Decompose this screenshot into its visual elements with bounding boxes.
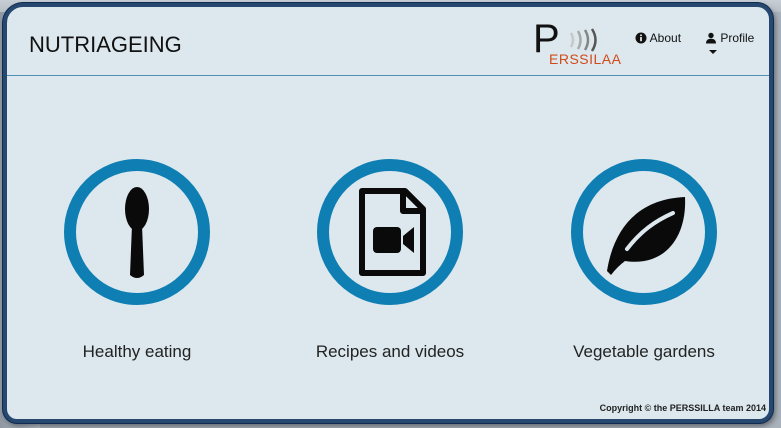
copyright-footer: Copyright © the PERSSILLA team 2014	[599, 403, 766, 413]
tile-label-vegetable-gardens: Vegetable gardens	[573, 342, 715, 361]
about-link[interactable]: About	[635, 31, 681, 45]
about-label: About	[649, 31, 682, 45]
app-window: NUTRIAGEING P ERSSILAA About Profile Hea…	[3, 3, 773, 423]
profile-dropdown[interactable]: Profile	[705, 31, 769, 59]
logo-text: ERSSILAA	[549, 51, 622, 67]
tile-recipes-and-videos[interactable]: Recipes and videos	[315, 157, 465, 361]
info-icon	[635, 32, 647, 44]
tile-vegetable-gardens[interactable]: Vegetable gardens	[569, 157, 719, 361]
tile-healthy-eating[interactable]: Healthy eating	[62, 157, 212, 361]
leaf-icon	[571, 159, 717, 305]
tile-label-recipes-and-videos: Recipes and videos	[315, 342, 465, 361]
logo-waves-icon	[569, 28, 597, 52]
profile-label: Profile	[720, 31, 755, 45]
brand-title[interactable]: NUTRIAGEING	[29, 32, 182, 58]
tile-label-healthy-eating: Healthy eating	[82, 342, 192, 361]
caret-down-icon	[709, 50, 717, 54]
video-file-icon	[317, 159, 463, 305]
spoon-icon	[64, 159, 210, 305]
perssilaa-logo[interactable]: P ERSSILAA	[533, 19, 623, 67]
user-icon	[706, 32, 716, 44]
navbar: NUTRIAGEING P ERSSILAA About Profile	[7, 7, 769, 76]
